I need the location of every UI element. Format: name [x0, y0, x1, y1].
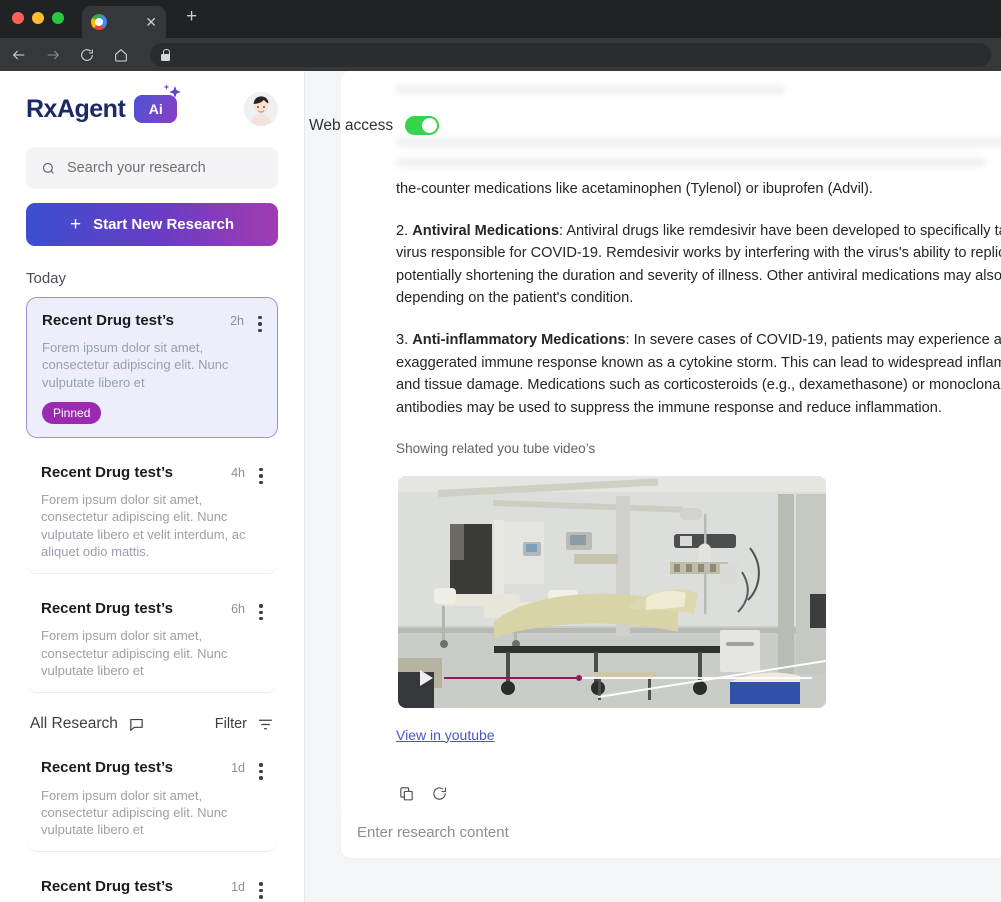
- chat-bubble-icon: [130, 718, 143, 732]
- brand-logo: RxAgent Ai: [26, 83, 182, 124]
- research-item-description: Forem ipsum dolor sit amet, consectetur …: [41, 628, 228, 679]
- copy-icon[interactable]: [398, 785, 415, 802]
- browser-tabstrip: ✕ +: [0, 0, 1001, 38]
- all-research-item-1[interactable]: Recent Drug test’s 1d Forem ipsum dolor …: [26, 862, 278, 902]
- web-access-label: Web access: [309, 116, 394, 134]
- maximize-window-button[interactable]: [52, 12, 64, 24]
- minimize-window-button[interactable]: [32, 12, 44, 24]
- forward-arrow-icon[interactable]: [44, 46, 61, 63]
- new-tab-button[interactable]: +: [186, 0, 197, 38]
- reload-icon[interactable]: [78, 46, 95, 63]
- research-item-header: Recent Drug test’s 1d: [41, 759, 263, 780]
- filter-icon: [259, 719, 272, 730]
- paragraph-antiinflammatory: 3. Anti-inflammatory Medications: In sev…: [396, 329, 1001, 419]
- research-item-menu-icon[interactable]: [259, 882, 263, 899]
- filter-button[interactable]: Filter: [215, 716, 274, 733]
- research-item-header: Recent Drug test’s 4h: [41, 464, 263, 485]
- search-input[interactable]: [67, 160, 263, 176]
- chat-panel: the-counter medications like acetaminoph…: [341, 71, 1001, 902]
- google-icon: [91, 14, 107, 30]
- avatar[interactable]: [244, 92, 278, 126]
- research-item-menu-icon[interactable]: [259, 604, 263, 621]
- search-icon: [42, 162, 54, 174]
- research-item-menu-icon[interactable]: [259, 468, 263, 485]
- research-content-input[interactable]: [357, 823, 1001, 841]
- today-section-label: Today: [26, 270, 67, 287]
- sparkle-icon: [163, 83, 182, 98]
- video-progress-bar[interactable]: [444, 674, 812, 681]
- regenerate-icon[interactable]: [431, 785, 448, 802]
- back-arrow-icon[interactable]: [10, 46, 27, 63]
- research-item-header: Recent Drug test’s 6h: [41, 600, 263, 621]
- address-bar[interactable]: [150, 42, 991, 67]
- video-thumbnail[interactable]: [398, 475, 826, 708]
- research-item-description: Forem ipsum dolor sit amet, consectetur …: [42, 340, 229, 390]
- browser-window: ✕ + RxAgent Ai Search your research + St…: [0, 0, 1001, 902]
- web-access-toggle[interactable]: [405, 116, 440, 135]
- window-controls: [12, 0, 64, 38]
- research-item-0[interactable]: Recent Drug test’s 2h Forem ipsum dolor …: [26, 297, 278, 439]
- message-actions: [396, 785, 1001, 802]
- start-new-research-label: Start New Research: [93, 216, 234, 233]
- app-root: RxAgent Ai Search your research + Start …: [0, 71, 1001, 902]
- research-item-1[interactable]: Recent Drug test’s 4h Forem ipsum dolor …: [26, 448, 278, 575]
- video-progress-fill: [444, 676, 577, 679]
- web-access-control: Web access: [309, 116, 440, 135]
- close-tab-icon[interactable]: ✕: [145, 15, 157, 29]
- all-research-label: All Research: [30, 715, 118, 733]
- research-item-header: Recent Drug test’s 1d: [41, 878, 263, 899]
- all-research-item-0[interactable]: Recent Drug test’s 1d Forem ipsum dolor …: [26, 743, 278, 853]
- research-item-time: 4h: [231, 466, 245, 481]
- plus-icon: +: [69, 214, 82, 235]
- research-item-title: Recent Drug test’s: [41, 464, 173, 482]
- research-item-2[interactable]: Recent Drug test’s 6h Forem ipsum dolor …: [26, 584, 278, 694]
- close-window-button[interactable]: [12, 12, 24, 24]
- paragraph-intro: the-counter medications like acetaminoph…: [396, 181, 873, 197]
- video-note: Showing related you tube video’s: [396, 441, 596, 457]
- research-item-description: Forem ipsum dolor sit amet, consectetur …: [41, 492, 246, 560]
- research-item-title: Recent Drug test’s: [41, 878, 173, 896]
- research-item-time: 2h: [230, 314, 244, 328]
- play-icon[interactable]: [420, 669, 433, 686]
- lock-icon: [160, 48, 171, 61]
- paragraph-number: 3.: [396, 332, 413, 349]
- sidebar-header: RxAgent Ai: [26, 71, 278, 133]
- research-item-description: Forem ipsum dolor sit amet, consectetur …: [41, 787, 228, 838]
- browser-toolbar: [0, 38, 1001, 71]
- research-item-title: Recent Drug test’s: [41, 759, 173, 777]
- research-item-header: Recent Drug test’s 2h: [42, 312, 262, 333]
- research-item-title: Recent Drug test’s: [41, 600, 173, 618]
- paragraph-heading: Antiviral Medications: [412, 222, 560, 239]
- search-box[interactable]: [26, 147, 278, 189]
- main-content: Web access the-counter medications like …: [305, 71, 1001, 902]
- all-research-group[interactable]: All Research: [30, 715, 145, 733]
- sidebar: RxAgent Ai Search your research + Start …: [0, 71, 305, 902]
- start-new-research-button[interactable]: + Start New Research: [26, 203, 278, 246]
- research-item-time: 6h: [231, 602, 245, 617]
- paragraph-antiviral: 2. Antiviral Medications: Antiviral drug…: [396, 220, 1001, 310]
- pinned-badge: Pinned: [42, 402, 102, 425]
- research-item-time: 1d: [231, 880, 245, 895]
- research-item-menu-icon[interactable]: [258, 316, 262, 333]
- brand-name: RxAgent: [26, 94, 126, 123]
- research-item-title: Recent Drug test’s: [42, 312, 174, 329]
- filter-label: Filter: [214, 716, 247, 733]
- paragraph-heading: Anti-inflammatory Medications: [412, 332, 626, 349]
- view-in-youtube-link[interactable]: View in youtube: [396, 725, 495, 747]
- home-icon[interactable]: [112, 46, 129, 63]
- assistant-message-card: the-counter medications like acetaminoph…: [341, 71, 1001, 816]
- hospital-room-image: [398, 475, 826, 708]
- message-body: the-counter medications like acetaminoph…: [341, 178, 1001, 802]
- all-research-row: All Research Filter: [26, 715, 278, 733]
- composer[interactable]: [341, 806, 1001, 858]
- research-item-menu-icon[interactable]: [259, 763, 263, 780]
- paragraph-number: 2.: [396, 222, 413, 239]
- scrolled-text-fade: [341, 71, 1001, 167]
- browser-tab[interactable]: ✕: [82, 6, 166, 38]
- research-item-time: 1d: [231, 761, 245, 776]
